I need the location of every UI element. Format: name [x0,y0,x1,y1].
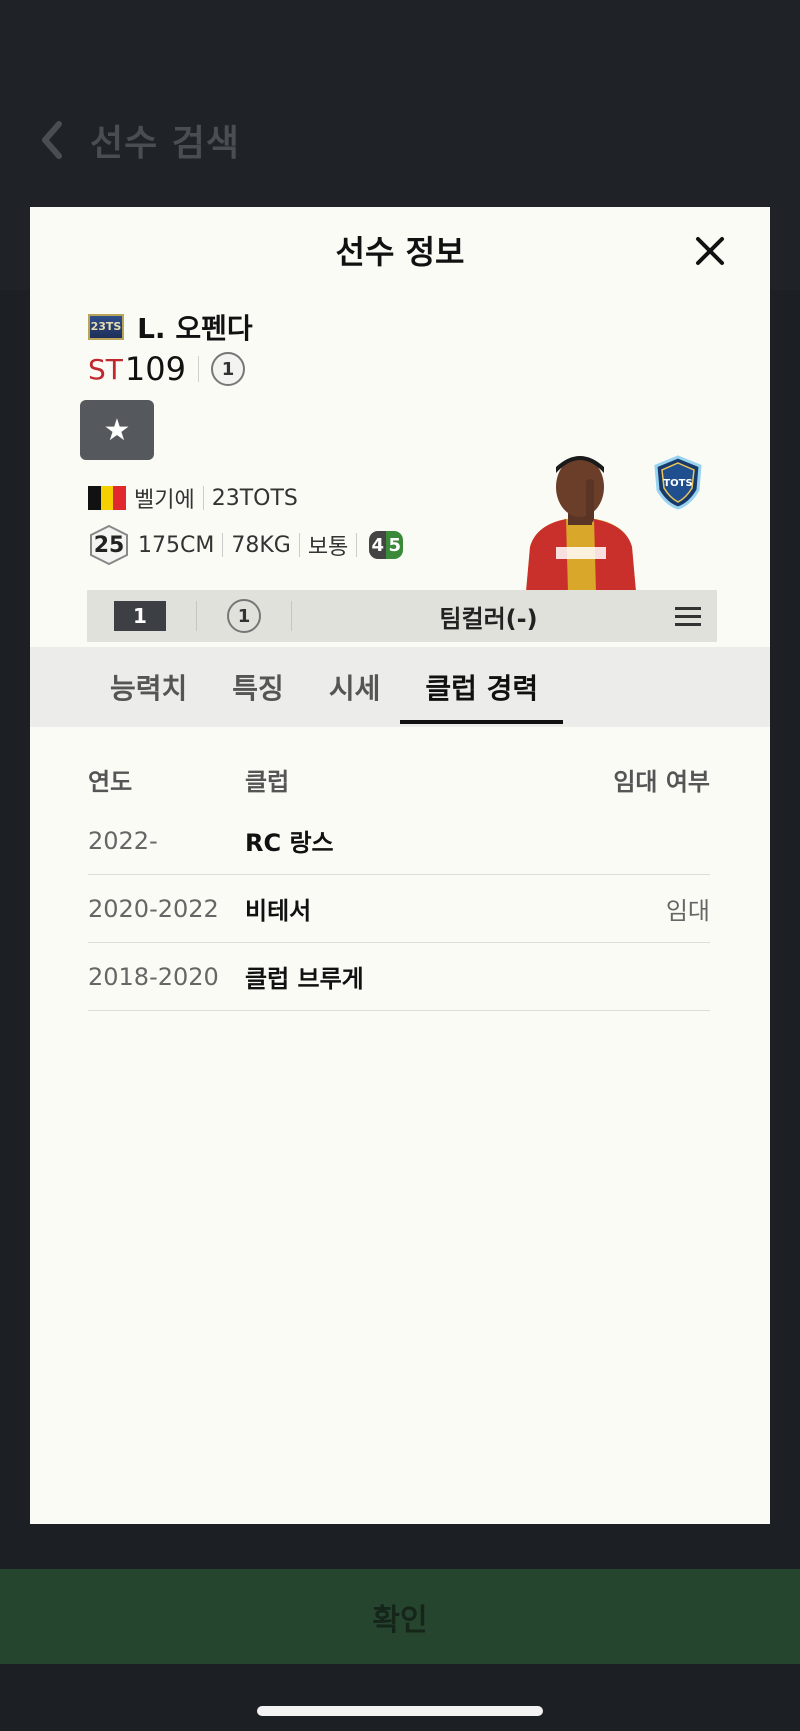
modal-title: 선수 정보 [335,233,465,271]
row-club: 클럽 브루게 [245,965,364,993]
table-header: 연도 클럽 임대 여부 [88,752,710,807]
body-type-label: 보통 [307,535,349,560]
left-foot-value: 4 [369,531,387,559]
divider [298,533,300,557]
foot-rating-badge: 4 5 [369,531,404,559]
position-ovr-row: ST 109 1 [88,350,245,388]
skill-rating-hexagon-icon: 25 [88,524,130,566]
table-row: 2022- RC 랑스 [88,807,710,875]
grade-selector[interactable]: 1 [227,599,261,633]
club-history-table: 연도 클럽 임대 여부 2022- RC 랑스 2020-2022 비테서 임대… [88,752,710,1011]
tab-traits[interactable]: 특징 [232,647,284,727]
row-club: RC 랑스 [245,829,334,857]
svg-text:TOTS: TOTS [663,478,692,489]
background-title-row: 선수 검색 [0,100,800,180]
row-year: 2020-2022 [88,894,219,923]
favorite-button[interactable]: ★ [80,400,154,460]
player-position: ST [88,352,123,386]
nation-label: 벨기에 [134,488,195,513]
tots-emblem-icon: TOTS [650,454,706,510]
skill-rating-value: 25 [93,532,125,558]
row-loan: 임대 [665,897,710,925]
height-label: 175CM [138,532,215,558]
season-badge-icon: 23TS [88,314,124,340]
tab-club-history[interactable]: 클럽 경력 [400,647,563,727]
tab-stats[interactable]: 능력치 [110,647,187,727]
grade-badge: 1 [210,352,245,386]
team-color-selector[interactable]: 팀컬러(-) [322,599,655,634]
weight-label: 78KG [231,532,291,558]
tab-price[interactable]: 시세 [329,647,381,727]
player-name-row: 23TS L. 오펜다 [88,307,253,347]
row-year: 2018-2020 [88,962,219,991]
header-year: 연도 [88,768,133,796]
divider [222,533,224,557]
enhancement-level-chip[interactable]: 1 [114,601,166,631]
star-icon: ★ [103,412,131,448]
row-year: 2022- [88,826,158,855]
nation-row: 벨기에 23TOTS [88,482,298,514]
table-row: 2020-2022 비테서 임대 [88,875,710,943]
season-label: 23TOTS [211,485,298,511]
table-row: 2018-2020 클럽 브루게 [88,943,710,1011]
header-loan: 임대 여부 [613,768,710,796]
hamburger-icon[interactable] [675,606,701,626]
header-club: 클럽 [245,768,290,796]
chevron-left-icon[interactable] [32,120,72,160]
background-page-title: 선수 검색 [90,123,241,164]
divider [356,533,358,557]
player-info-modal: 선수 정보 23TS L. 오펜다 ST 109 1 ★ 벨기에 23TOTS … [30,207,770,1524]
close-icon[interactable] [690,231,730,271]
player-photo [516,427,646,592]
team-color-bar: 1 1 팀컬러(-) [87,590,717,642]
row-club: 비테서 [245,897,312,925]
divider [291,601,292,631]
tab-bar: 능력치 특징 시세 클럽 경력 [30,647,770,727]
physical-stats-row: 25 175CM 78KG 보통 4 5 [88,524,404,566]
divider [197,356,199,382]
divider [202,486,204,510]
player-name: L. 오펜다 [137,312,253,345]
right-foot-value: 5 [386,531,404,559]
confirm-button[interactable]: 확인 [0,1569,800,1664]
confirm-label: 확인 [372,1602,428,1638]
divider [196,601,197,631]
belgium-flag-icon [88,486,127,510]
home-indicator[interactable] [257,1706,543,1716]
player-ovr: 109 [124,350,186,388]
